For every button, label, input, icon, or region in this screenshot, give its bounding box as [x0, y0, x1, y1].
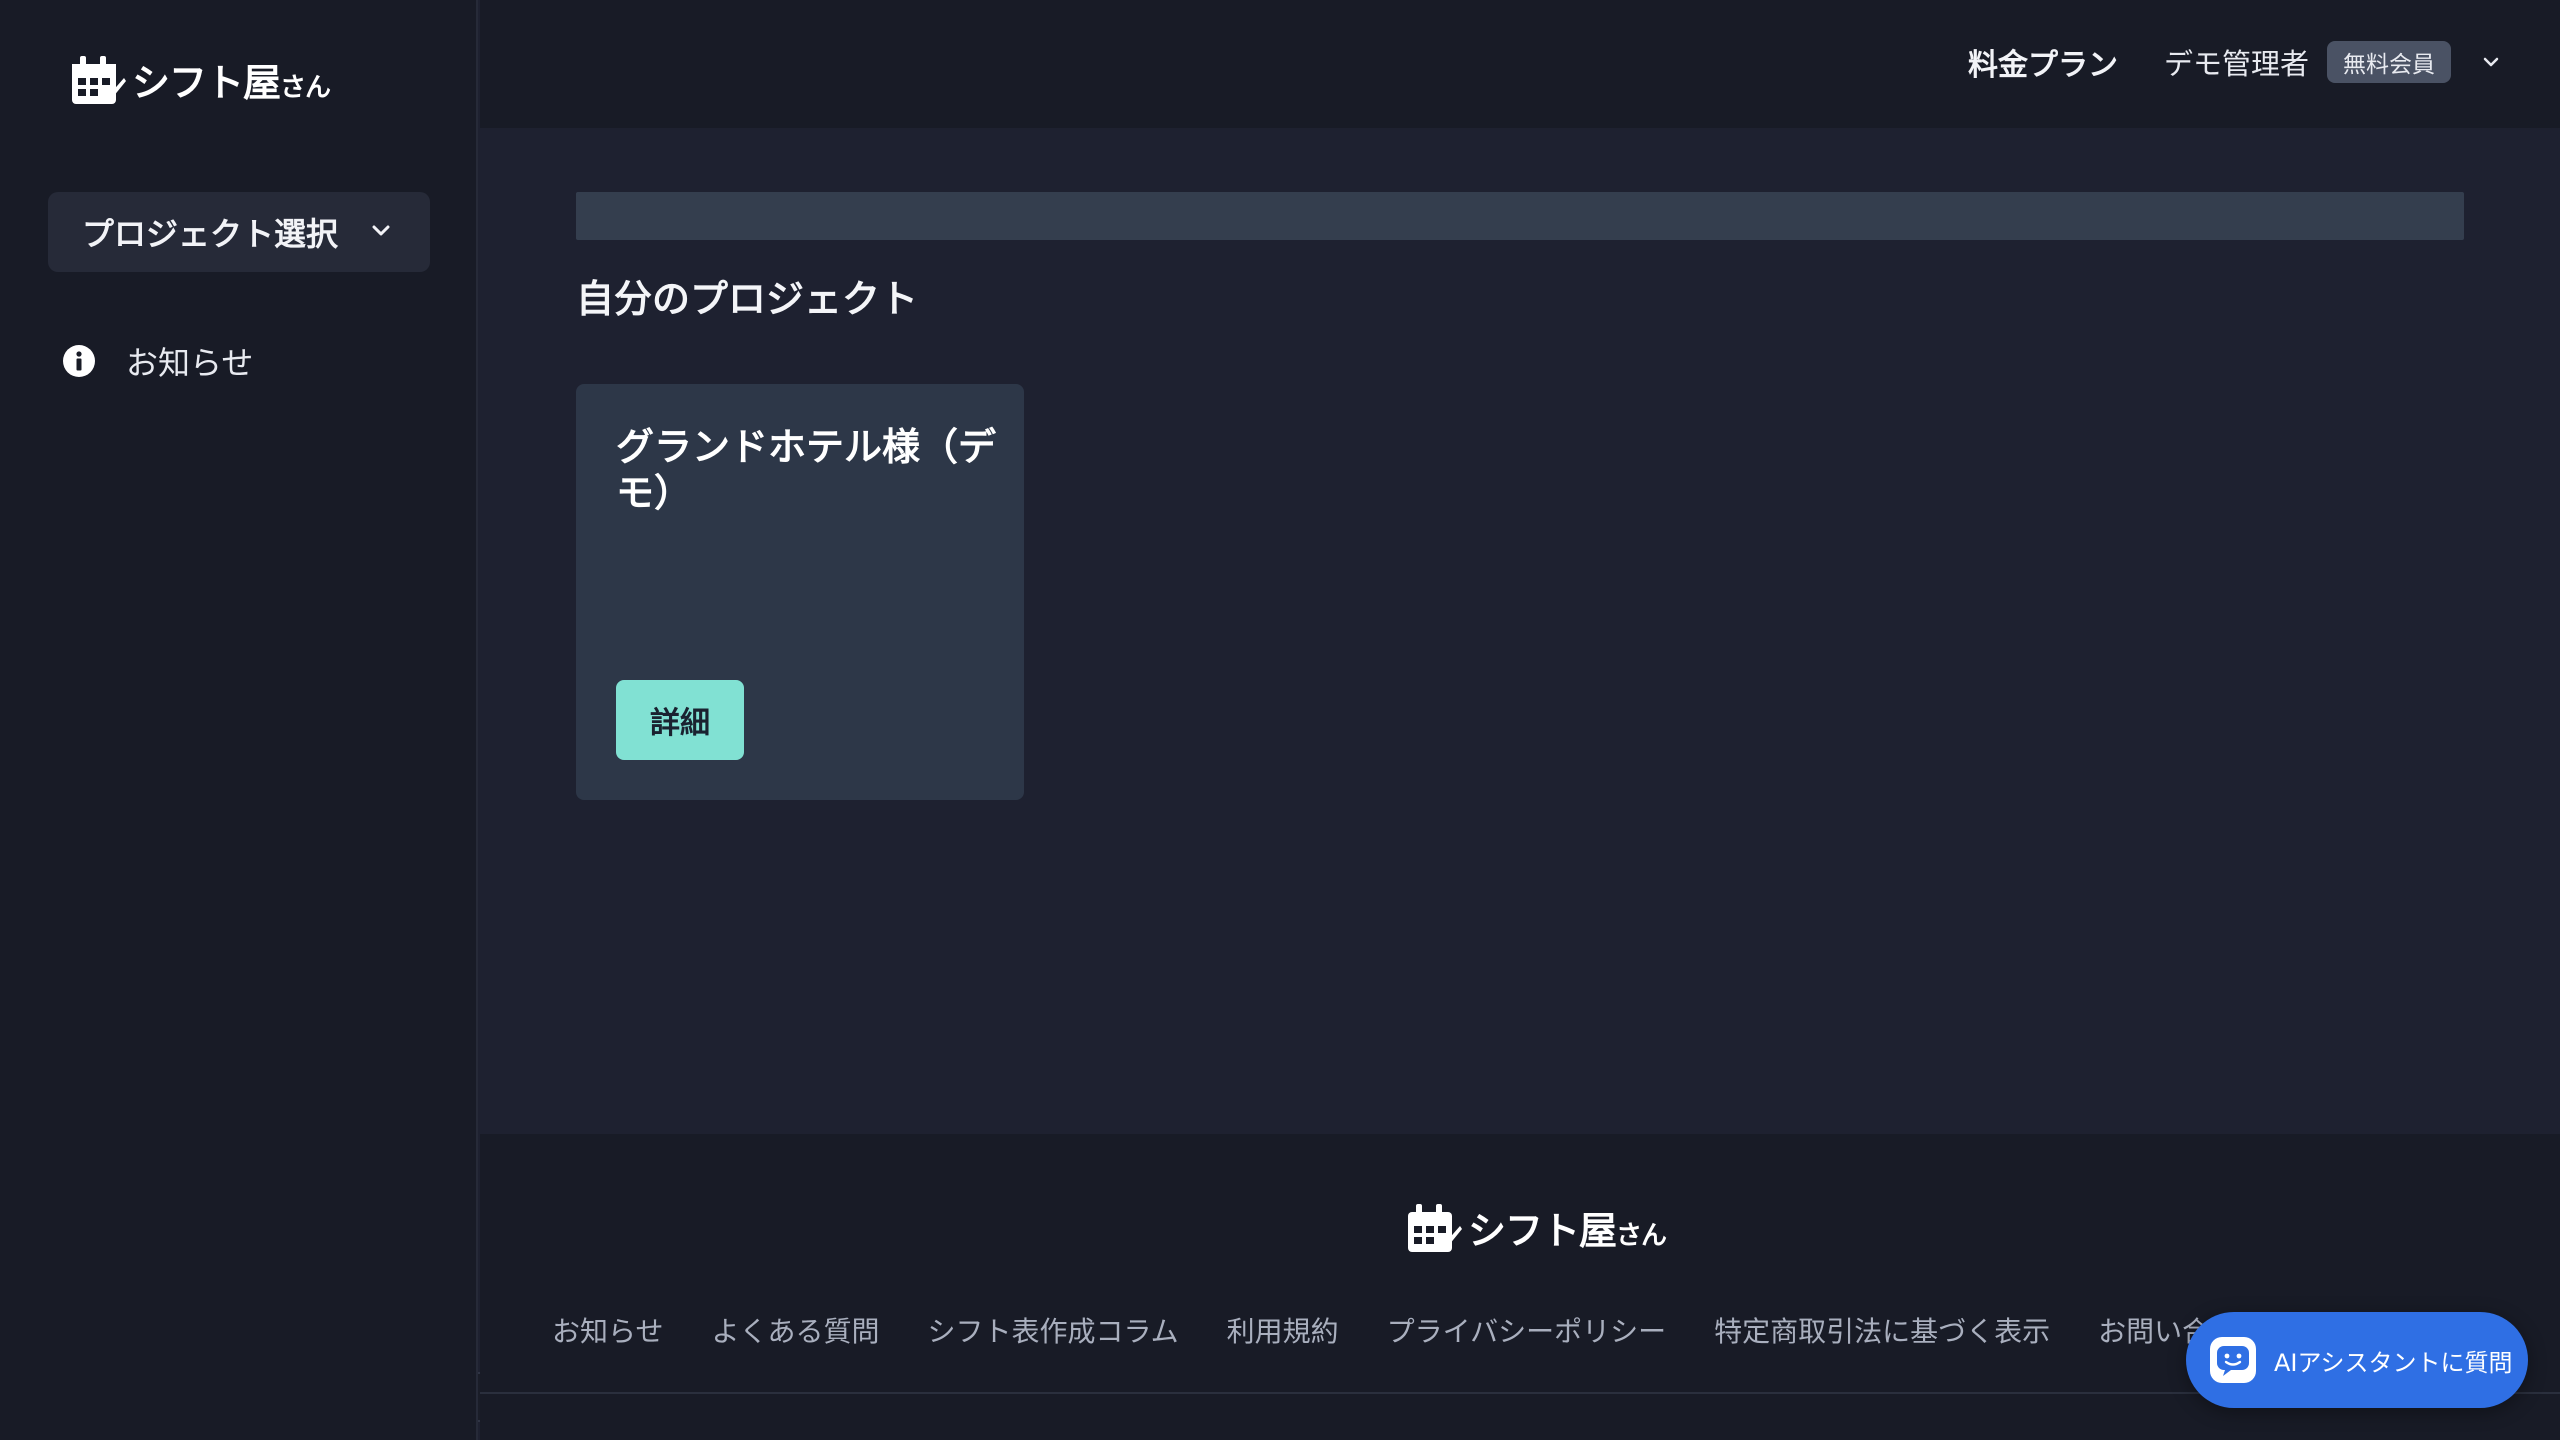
project-select-label: プロジェクト選択	[82, 215, 339, 253]
project-select-dropdown[interactable]: プロジェクト選択	[48, 192, 430, 272]
page-title: 自分のプロジェクト	[576, 277, 919, 321]
logo-text: シフト屋さん	[132, 61, 331, 105]
sidebar-item-label: お知らせ	[126, 344, 254, 382]
footer-links: お知らせ よくある質問 シフト表作成コラム 利用規約 プライバシーポリシー 特定…	[552, 1310, 2210, 1350]
main-content: 自分のプロジェクト グランドホテル様（デモ） 詳細	[480, 128, 2560, 1134]
info-icon	[63, 345, 95, 377]
app-logo[interactable]: シフト屋さん	[70, 52, 331, 107]
footer-link-faq[interactable]: よくある質問	[711, 1310, 879, 1350]
pricing-link[interactable]: 料金プラン	[1968, 40, 2118, 84]
detail-button[interactable]: 詳細	[616, 680, 744, 760]
footer-link-privacy[interactable]: プライバシーポリシー	[1387, 1310, 1666, 1350]
chat-bot-icon	[2210, 1337, 2256, 1383]
calendar-logo-icon	[72, 55, 126, 104]
footer-link-column[interactable]: シフト表作成コラム	[927, 1310, 1178, 1350]
calendar-logo-icon	[1408, 1203, 1462, 1252]
membership-badge: 無料会員	[2327, 41, 2452, 83]
ai-assistant-label: AIアシスタントに質問	[2274, 1348, 2513, 1377]
user-name: デモ管理者	[2164, 47, 2310, 81]
top-header: 料金プラン デモ管理者 無料会員	[480, 0, 2560, 128]
app-root: シフト屋さん プロジェクト選択 お知らせ 料金プラン デモ管理者 無料会員 自分…	[0, 0, 2560, 1440]
notice-banner	[576, 192, 2464, 240]
user-menu[interactable]: デモ管理者 無料会員	[2164, 40, 2503, 84]
sidebar-item-news[interactable]: お知らせ	[62, 336, 253, 386]
project-card: グランドホテル様（デモ） 詳細	[576, 384, 1024, 800]
footer-logo[interactable]: シフト屋さん	[1406, 1200, 1667, 1255]
footer-link-terms[interactable]: 利用規約	[1227, 1310, 1339, 1350]
chevron-down-icon	[372, 225, 390, 236]
chevron-down-icon	[2483, 57, 2499, 67]
sidebar: シフト屋さん プロジェクト選択 お知らせ	[0, 0, 478, 1440]
ai-assistant-button[interactable]: AIアシスタントに質問	[2186, 1312, 2528, 1408]
logo-text: シフト屋さん	[1468, 1209, 1667, 1253]
project-name: グランドホテル様（デモ）	[616, 425, 997, 515]
footer-link-news[interactable]: お知らせ	[552, 1310, 663, 1350]
footer-link-commerce-law[interactable]: 特定商取引法に基づく表示	[1714, 1310, 2050, 1350]
